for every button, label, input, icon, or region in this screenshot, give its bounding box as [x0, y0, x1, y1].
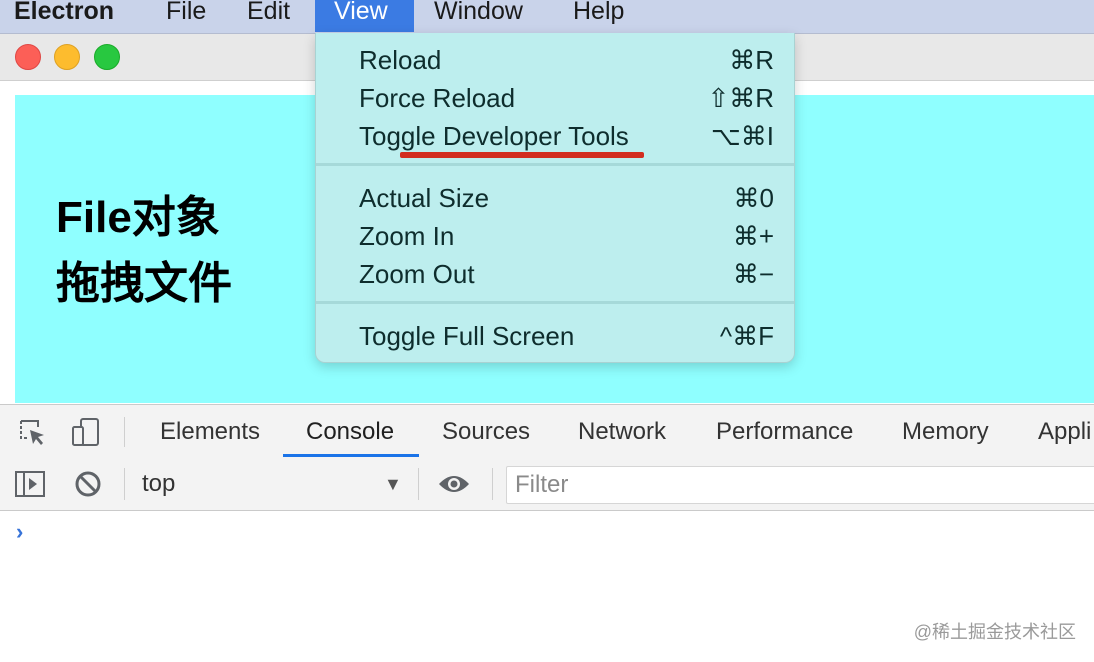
menu-item-toggle-full-screen[interactable]: Toggle Full Screen ^⌘F	[316, 315, 794, 353]
tab-memory[interactable]: Memory	[880, 405, 1011, 458]
window-zoom-button[interactable]	[94, 44, 120, 70]
live-expression-eye-icon[interactable]	[437, 472, 471, 496]
view-menu-dropdown: Reload ⌘R Force Reload ⇧⌘R Toggle Develo…	[315, 33, 795, 363]
toolbar-divider	[492, 468, 493, 500]
toolbar-divider	[124, 468, 125, 500]
console-toolbar: top ▼	[0, 458, 1094, 511]
menu-separator	[316, 163, 794, 166]
watermark: @稀土掘金技术社区	[913, 622, 1076, 642]
devtools-tab-bar: Elements Console Sources Network Perform…	[0, 404, 1094, 459]
tab-application[interactable]: Appli	[1016, 405, 1094, 458]
clear-console-icon[interactable]	[74, 470, 102, 498]
menu-item-label: Force Reload	[359, 83, 516, 113]
menu-item-shortcut: ⌘+	[732, 221, 774, 251]
window-minimize-button[interactable]	[54, 44, 80, 70]
menu-item-label: Zoom In	[359, 221, 455, 251]
device-toolbar-icon[interactable]	[70, 416, 102, 448]
menu-item-force-reload[interactable]: Force Reload ⇧⌘R	[316, 77, 794, 115]
menubar-edit[interactable]: Edit	[229, 0, 308, 32]
menu-item-label: Actual Size	[359, 183, 490, 213]
tab-performance[interactable]: Performance	[694, 405, 875, 458]
console-prompt-chevron: ›	[16, 519, 24, 544]
menu-bar: Electron File Edit View Window Help	[0, 0, 1094, 34]
annotation-red-underline	[400, 152, 644, 158]
menubar-view[interactable]: View	[315, 0, 414, 32]
menu-item-label: Reload	[359, 45, 442, 75]
menu-item-label: Toggle Full Screen	[359, 321, 575, 351]
menubar-help[interactable]: Help	[555, 0, 642, 32]
console-filter-input[interactable]	[506, 466, 1094, 504]
menu-item-actual-size[interactable]: Actual Size ⌘0	[316, 177, 794, 215]
tab-elements[interactable]: Elements	[138, 405, 282, 458]
toolbar-divider	[418, 468, 419, 500]
menubar-app-name[interactable]: Electron	[0, 0, 132, 32]
window-close-button[interactable]	[15, 44, 41, 70]
menu-item-shortcut: ⌥⌘I	[710, 121, 774, 151]
toolbar-divider	[124, 417, 125, 447]
menubar-window[interactable]: Window	[416, 0, 541, 32]
menu-item-zoom-out[interactable]: Zoom Out ⌘−	[316, 253, 794, 291]
page-heading-file-object: File对象	[56, 193, 220, 242]
menu-item-zoom-in[interactable]: Zoom In ⌘+	[316, 215, 794, 253]
menubar-file[interactable]: File	[148, 0, 224, 32]
tab-sources[interactable]: Sources	[420, 405, 552, 458]
inspect-element-icon[interactable]	[18, 418, 48, 448]
tab-network[interactable]: Network	[556, 405, 688, 458]
menu-item-shortcut: ⌘0	[733, 183, 774, 213]
menu-item-label: Toggle Developer Tools	[359, 121, 629, 151]
execution-context-select[interactable]: top	[142, 458, 175, 510]
show-console-sidebar-icon[interactable]	[14, 470, 46, 498]
dropdown-arrow-icon[interactable]: ▼	[384, 474, 402, 495]
selected-tab-indicator	[283, 454, 419, 457]
menu-item-shortcut: ^⌘F	[719, 321, 774, 351]
menu-item-shortcut: ⇧⌘R	[707, 83, 774, 113]
tab-console[interactable]: Console	[284, 405, 416, 458]
menu-item-shortcut: ⌘R	[729, 45, 774, 75]
menu-item-toggle-developer-tools[interactable]: Toggle Developer Tools ⌥⌘I	[316, 115, 794, 153]
menu-item-label: Zoom Out	[359, 259, 475, 289]
console-output-area[interactable]: › @稀土掘金技术社区	[0, 511, 1094, 662]
page-heading-drag-file: 拖拽文件	[56, 259, 232, 308]
menu-item-reload[interactable]: Reload ⌘R	[316, 39, 794, 77]
menu-item-shortcut: ⌘−	[732, 259, 774, 289]
menu-separator	[316, 301, 794, 304]
